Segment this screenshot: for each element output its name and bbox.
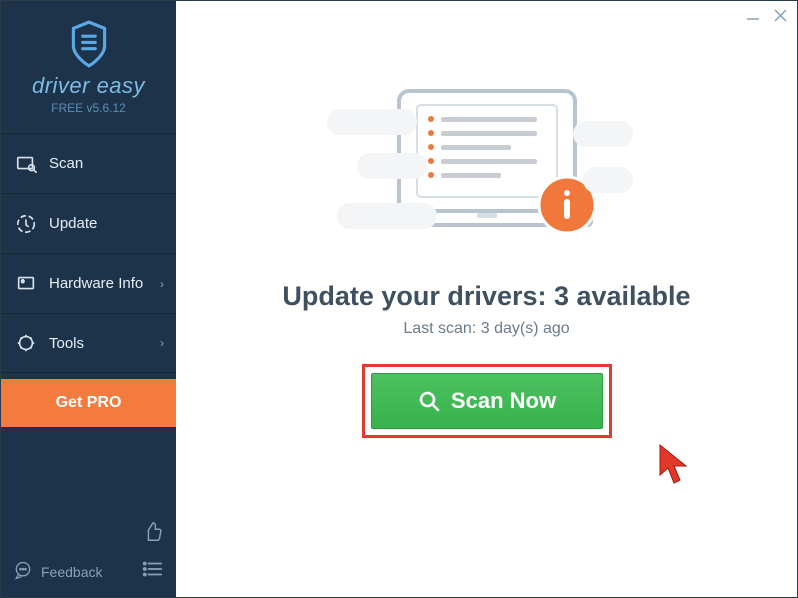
sidebar-footer: Feedback <box>1 511 176 597</box>
thumbs-up-icon[interactable] <box>142 521 164 548</box>
get-pro-button[interactable]: Get PRO <box>1 379 176 427</box>
brand-logo-icon <box>64 19 114 69</box>
update-icon <box>15 213 37 235</box>
search-icon <box>417 389 441 413</box>
sidebar-item-label: Update <box>49 215 97 232</box>
hardware-icon: i <box>15 273 37 295</box>
brand-name: driver easy <box>1 73 176 99</box>
sidebar-item-tools[interactable]: Tools › <box>1 313 176 373</box>
chevron-right-icon: › <box>160 277 164 291</box>
brand-tagline: FREE v5.6.12 <box>1 101 176 115</box>
main-title: Update your drivers: 3 available <box>176 281 797 312</box>
sidebar: driver easy FREE v5.6.12 Scan Update <box>1 1 176 597</box>
sidebar-item-label: Tools <box>49 335 84 352</box>
close-icon[interactable] <box>774 9 787 28</box>
main-content: Update your drivers: 3 available Last sc… <box>176 1 797 597</box>
chevron-right-icon: › <box>160 336 164 350</box>
hero-section: Update your drivers: 3 available Last sc… <box>176 1 797 438</box>
get-pro-label: Get PRO <box>56 394 122 412</box>
sidebar-item-hardware-info[interactable]: i Hardware Info › <box>1 253 176 313</box>
scan-now-button[interactable]: Scan Now <box>371 373 603 429</box>
tools-icon <box>15 332 37 354</box>
scan-icon <box>15 153 37 175</box>
laptop-illustration <box>347 85 627 265</box>
sidebar-item-label: Scan <box>49 155 83 172</box>
sidebar-item-scan[interactable]: Scan <box>1 133 176 193</box>
scan-highlight-frame: Scan Now <box>362 364 612 438</box>
feedback-button[interactable]: Feedback <box>13 560 102 583</box>
svg-text:i: i <box>22 279 23 283</box>
sidebar-item-label: Hardware Info <box>49 275 143 292</box>
cursor-arrow-icon <box>656 441 696 489</box>
window-controls <box>746 9 787 28</box>
list-view-icon[interactable] <box>142 560 164 583</box>
scan-now-label: Scan Now <box>451 388 556 414</box>
feedback-icon <box>13 560 33 583</box>
brand-block: driver easy FREE v5.6.12 <box>1 1 176 125</box>
minimize-icon[interactable] <box>746 9 760 28</box>
main-subtitle: Last scan: 3 day(s) ago <box>176 320 797 338</box>
sidebar-item-update[interactable]: Update <box>1 193 176 253</box>
feedback-label: Feedback <box>41 564 102 580</box>
sidebar-nav: Scan Update i Hardware Info › <box>1 125 176 373</box>
